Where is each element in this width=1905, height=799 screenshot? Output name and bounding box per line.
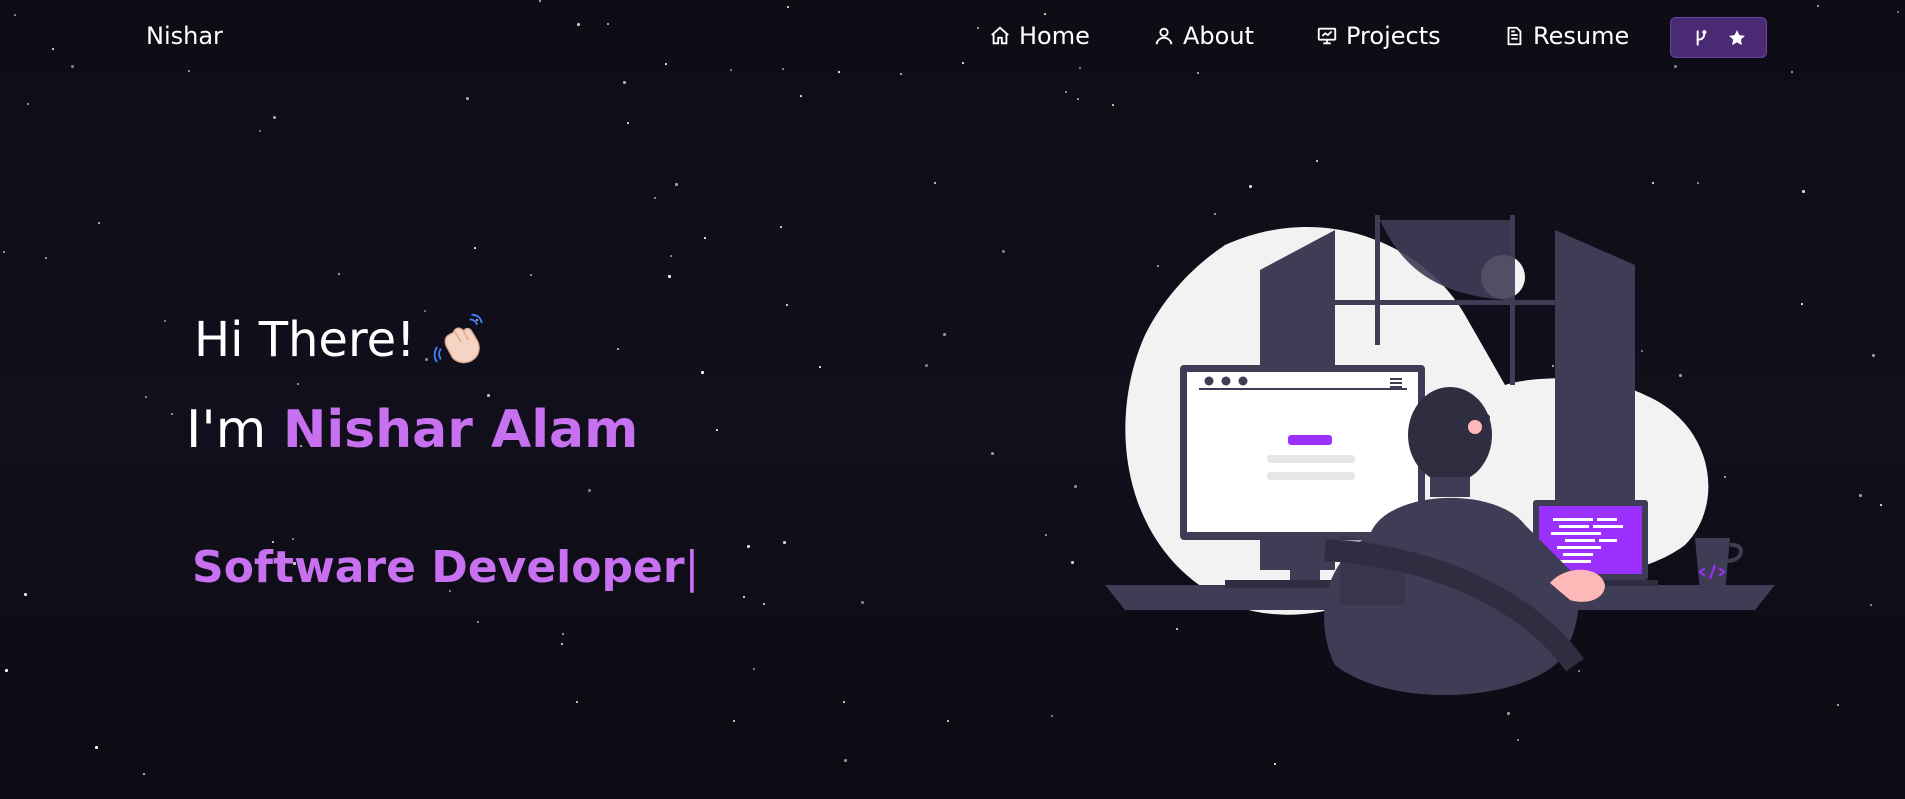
intro-heading: I'm Nishar Alam <box>186 400 638 460</box>
typewriter-text: Software Developer| <box>192 542 699 593</box>
fork-icon <box>1696 29 1706 46</box>
greeting: Hi There! <box>194 312 489 368</box>
typed-role: Software Developer <box>192 542 685 593</box>
nav-about-label: About <box>1183 22 1254 50</box>
user-icon <box>1155 27 1173 45</box>
nav-projects[interactable]: Projects <box>1316 18 1441 54</box>
nav-resume[interactable]: Resume <box>1503 18 1629 54</box>
nav-projects-label: Projects <box>1346 22 1441 50</box>
typing-cursor: | <box>684 542 700 593</box>
star-icon <box>1728 29 1745 45</box>
brand-logo[interactable]: Nishar <box>146 22 223 50</box>
nav-resume-label: Resume <box>1533 22 1630 50</box>
navbar: Nishar Home About Projects Resume <box>0 0 1905 74</box>
nav-home[interactable]: Home <box>989 18 1090 54</box>
developer-illustration <box>1105 215 1775 695</box>
greeting-text: Hi There! <box>194 312 416 368</box>
developer-name: Nishar Alam <box>282 400 639 460</box>
hero-section: Hi There! I'm Nishar Alam Software Devel… <box>0 0 1905 799</box>
document-icon <box>1507 26 1522 46</box>
intro-prefix: I'm <box>186 400 267 460</box>
projects-icon <box>1317 27 1337 45</box>
nav-about[interactable]: About <box>1153 18 1254 54</box>
github-fork-star-button[interactable] <box>1670 17 1767 58</box>
waving-hand-icon <box>434 313 483 364</box>
home-icon <box>991 26 1009 45</box>
nav-home-label: Home <box>1019 22 1090 50</box>
